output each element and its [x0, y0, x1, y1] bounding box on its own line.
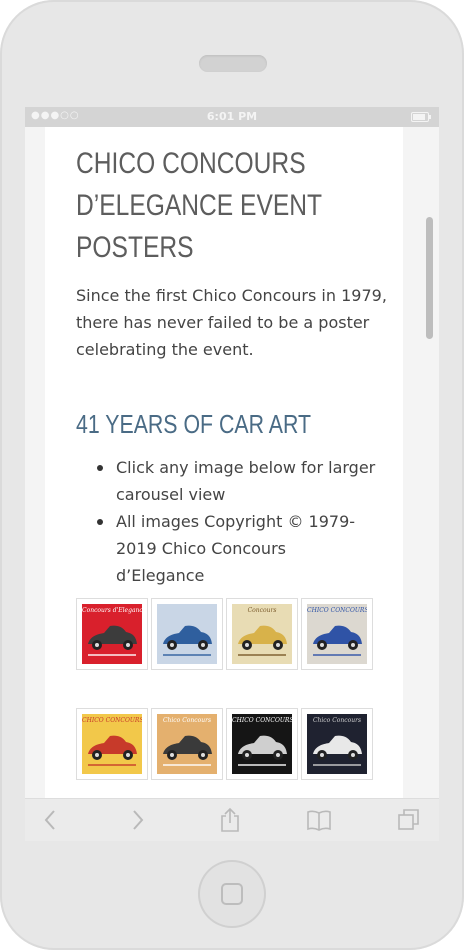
list-item: Click any image below for larger carouse…: [76, 454, 376, 508]
bookmarks-icon[interactable]: [306, 807, 332, 833]
poster-gallery-row: CHICO CONCOURS Chico Concours CHICO CONCOU…: [76, 708, 376, 782]
poster-thumbnail[interactable]: CHICO CONCOURS: [76, 708, 148, 780]
poster-image: CHICO CONCOURS: [307, 604, 367, 664]
intro-paragraph: Since the first Chico Concours in 1979, …: [76, 286, 387, 359]
poster-caption: Chico Concours: [162, 717, 212, 724]
page-content: CHICO CONCOURS D’ELEGANCE EVENT POSTERS …: [45, 127, 403, 798]
status-time: 6:01 PM: [206, 110, 258, 123]
scrollbar[interactable]: [426, 217, 433, 339]
poster-thumbnail[interactable]: Chico Concours: [301, 708, 373, 780]
poster-thumbnail[interactable]: Concours: [226, 598, 298, 670]
page-title: CHICO CONCOURS D’ELEGANCE EVENT POSTERS: [76, 143, 338, 269]
poster-thumbnail[interactable]: Chico Concours: [151, 708, 223, 780]
poster-caption: CHICO CONCOURS: [82, 717, 142, 724]
poster-caption: Concours: [247, 607, 277, 614]
info-list: Click any image below for larger carouse…: [76, 454, 376, 589]
poster-image: Concours d'Elegance: [82, 604, 142, 664]
poster-image: Chico Concours: [157, 714, 217, 774]
poster-caption: Concours d'Elegance: [82, 607, 142, 614]
poster-gallery-row: Concours d'Elegance Concours CHICO CONCOUR…: [76, 598, 376, 672]
poster-caption: CHICO CONCOURS: [307, 607, 367, 614]
section-heading: 41 YEARS OF CAR ART: [76, 409, 312, 439]
poster-thumbnail[interactable]: CHICO CONCOURS: [301, 598, 373, 670]
poster-image: CHICO CONCOURS: [82, 714, 142, 774]
poster-image: CHICO CONCOURS: [232, 714, 292, 774]
status-bar: ●●●○○ 6:01 PM: [25, 107, 439, 127]
page-title-line: CHICO CONCOURS: [76, 147, 306, 180]
poster-image: Concours: [232, 604, 292, 664]
poster-caption: CHICO CONCOURS: [232, 717, 292, 724]
poster-thumbnail[interactable]: [151, 598, 223, 670]
browser-viewport[interactable]: CHICO CONCOURS D’ELEGANCE EVENT POSTERS …: [25, 127, 439, 798]
browser-toolbar: [25, 798, 439, 841]
poster-image: Chico Concours: [307, 714, 367, 774]
poster-thumbnail[interactable]: CHICO CONCOURS: [226, 708, 298, 780]
poster-image: [157, 604, 217, 664]
poster-caption: Chico Concours: [312, 717, 362, 724]
page-title-line: POSTERS: [76, 231, 194, 264]
forward-icon[interactable]: [125, 807, 151, 833]
phone-speaker: [199, 55, 267, 72]
phone-frame: ●●●○○ 6:01 PM CHICO CONCOURS D’ELEGANCE …: [0, 0, 464, 950]
home-button-icon: [221, 883, 243, 905]
share-icon[interactable]: [217, 807, 243, 833]
list-item: All images Copyright © 1979-2019 Chico C…: [76, 508, 376, 589]
page-title-line: D’ELEGANCE EVENT: [76, 189, 323, 222]
tabs-icon[interactable]: [396, 807, 422, 833]
battery-icon: [411, 112, 431, 122]
phone-screen: ●●●○○ 6:01 PM CHICO CONCOURS D’ELEGANCE …: [25, 107, 439, 841]
back-icon[interactable]: [37, 807, 63, 833]
poster-thumbnail[interactable]: Concours d'Elegance: [76, 598, 148, 670]
